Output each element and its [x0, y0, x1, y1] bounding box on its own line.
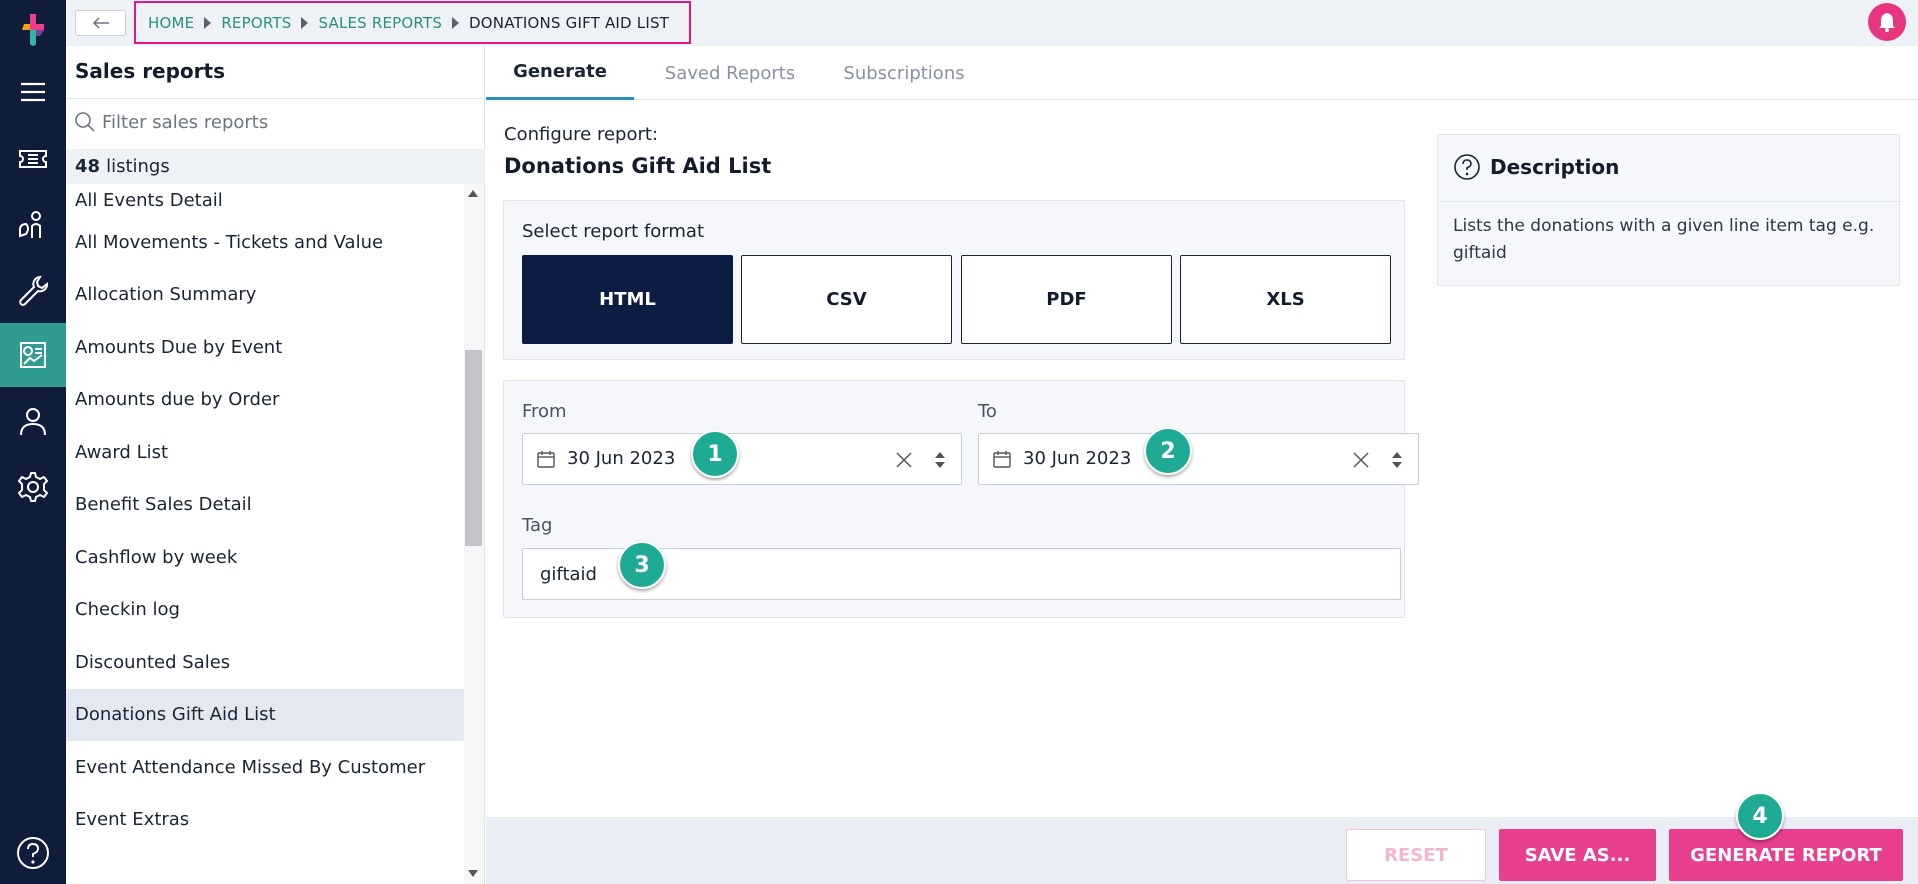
breadcrumb-reports[interactable]: REPORTS: [221, 14, 291, 32]
list-item-selected[interactable]: Donations Gift Aid List: [66, 688, 464, 741]
calendar-icon: [537, 451, 555, 468]
step-badge-4: 4: [1736, 792, 1784, 840]
tab-subscriptions[interactable]: Subscriptions: [830, 46, 978, 100]
list-item[interactable]: Checkin log: [66, 584, 464, 637]
sidebar-title: Sales reports: [75, 59, 225, 83]
breadcrumb-separator: [204, 16, 212, 29]
tab-saved-reports[interactable]: Saved Reports: [656, 46, 804, 100]
list-item[interactable]: Amounts due by Order: [66, 374, 464, 427]
listings-count: 48 listings: [66, 149, 485, 184]
generate-report-button[interactable]: GENERATE REPORT: [1669, 829, 1903, 881]
description-panel: Description Lists the donations with a g…: [1437, 134, 1901, 286]
list-item[interactable]: Amounts Due by Event: [66, 321, 464, 374]
list-item[interactable]: Event Extras: [66, 794, 464, 847]
format-csv-button[interactable]: CSV: [741, 255, 952, 344]
top-bar: HOME REPORTS SALES REPORTS DONATIONS GIF…: [66, 0, 1918, 46]
tab-bar: Generate Saved Reports Subscriptions: [486, 46, 1918, 100]
format-html-button[interactable]: HTML: [522, 255, 733, 344]
list-item[interactable]: Benefit Sales Detail: [66, 479, 464, 532]
back-arrow-icon: [92, 17, 109, 29]
question-circle-icon: [1454, 154, 1480, 180]
gear-icon[interactable]: [0, 455, 66, 519]
left-nav-rail: [0, 0, 66, 884]
clear-icon[interactable]: [1352, 451, 1370, 469]
sidebar: Sales reports 48 listings All Events Det…: [66, 46, 485, 884]
list-item[interactable]: Discounted Sales: [66, 636, 464, 689]
scroll-up-arrow[interactable]: [468, 190, 478, 197]
scroll-down-arrow[interactable]: [468, 870, 478, 877]
step-badge-3: 3: [618, 541, 666, 589]
breadcrumb-current: DONATIONS GIFT AID LIST: [469, 13, 670, 32]
wrench-icon[interactable]: [0, 258, 66, 322]
list-item[interactable]: Allocation Summary: [66, 269, 464, 322]
list-item[interactable]: Cashflow by week: [66, 531, 464, 584]
description-title: Description: [1490, 155, 1620, 179]
listings-count-label: listings: [106, 156, 170, 177]
tag-label: Tag: [522, 515, 553, 536]
to-date-field[interactable]: 30 Jun 2023: [978, 433, 1419, 485]
breadcrumb-home[interactable]: HOME: [148, 14, 194, 32]
clear-icon[interactable]: [895, 451, 913, 469]
listings-count-number: 48: [75, 156, 101, 177]
tab-generate[interactable]: Generate: [486, 46, 634, 100]
reports-icon[interactable]: [0, 323, 66, 387]
step-badge-1: 1: [691, 430, 739, 478]
calendar-icon: [993, 451, 1011, 468]
list-item[interactable]: Event Attendance Missed By Customer: [66, 741, 464, 794]
from-label: From: [522, 401, 567, 422]
menu-icon[interactable]: [0, 60, 66, 124]
bell-icon[interactable]: [1868, 3, 1906, 41]
list-item[interactable]: Award List: [66, 426, 464, 479]
footer-actions: RESET SAVE AS... GENERATE REPORT: [486, 817, 1918, 884]
breadcrumb-separator: [301, 16, 309, 29]
filter-sales-reports-input[interactable]: [102, 111, 462, 133]
to-label: To: [978, 401, 997, 422]
breadcrumb-separator: [452, 16, 460, 29]
logo-icon[interactable]: [14, 10, 52, 50]
step-badge-2: 2: [1144, 427, 1192, 475]
configure-report-label: Configure report:: [504, 124, 659, 145]
spinner-icon[interactable]: [1391, 450, 1403, 470]
search-icon: [75, 112, 95, 132]
report-list: All Events Detail All Movements - Ticket…: [66, 184, 464, 884]
from-date-value: 30 Jun 2023: [567, 448, 676, 469]
format-label: Select report format: [522, 221, 705, 242]
ticket-icon[interactable]: [0, 127, 66, 191]
user-icon[interactable]: [0, 389, 66, 453]
to-date-value: 30 Jun 2023: [1023, 448, 1132, 469]
filter-row: [66, 99, 485, 145]
format-panel: Select report format HTML CSV PDF XLS: [503, 200, 1405, 360]
breadcrumb: HOME REPORTS SALES REPORTS DONATIONS GIF…: [134, 1, 692, 44]
format-pdf-button[interactable]: PDF: [961, 255, 1172, 344]
list-item[interactable]: All Movements - Tickets and Value: [66, 216, 464, 269]
spinner-icon[interactable]: [934, 450, 946, 470]
back-button[interactable]: [75, 10, 126, 36]
scrollbar[interactable]: [464, 184, 484, 884]
divider: [1438, 201, 1901, 202]
help-icon[interactable]: [14, 834, 52, 877]
format-xls-button[interactable]: XLS: [1180, 255, 1391, 344]
main-content: Generate Saved Reports Subscriptions Con…: [486, 46, 1918, 884]
from-date-field[interactable]: 30 Jun 2023: [522, 433, 962, 485]
donate-icon[interactable]: [0, 193, 66, 257]
save-as-button[interactable]: SAVE AS...: [1499, 829, 1656, 881]
report-title: Donations Gift Aid List: [504, 154, 772, 178]
scrollbar-thumb[interactable]: [465, 350, 482, 546]
reset-button[interactable]: RESET: [1346, 829, 1486, 881]
description-text: Lists the donations with a given line it…: [1453, 216, 1875, 263]
list-item[interactable]: All Events Detail: [66, 184, 464, 216]
breadcrumb-sales-reports[interactable]: SALES REPORTS: [318, 14, 442, 32]
